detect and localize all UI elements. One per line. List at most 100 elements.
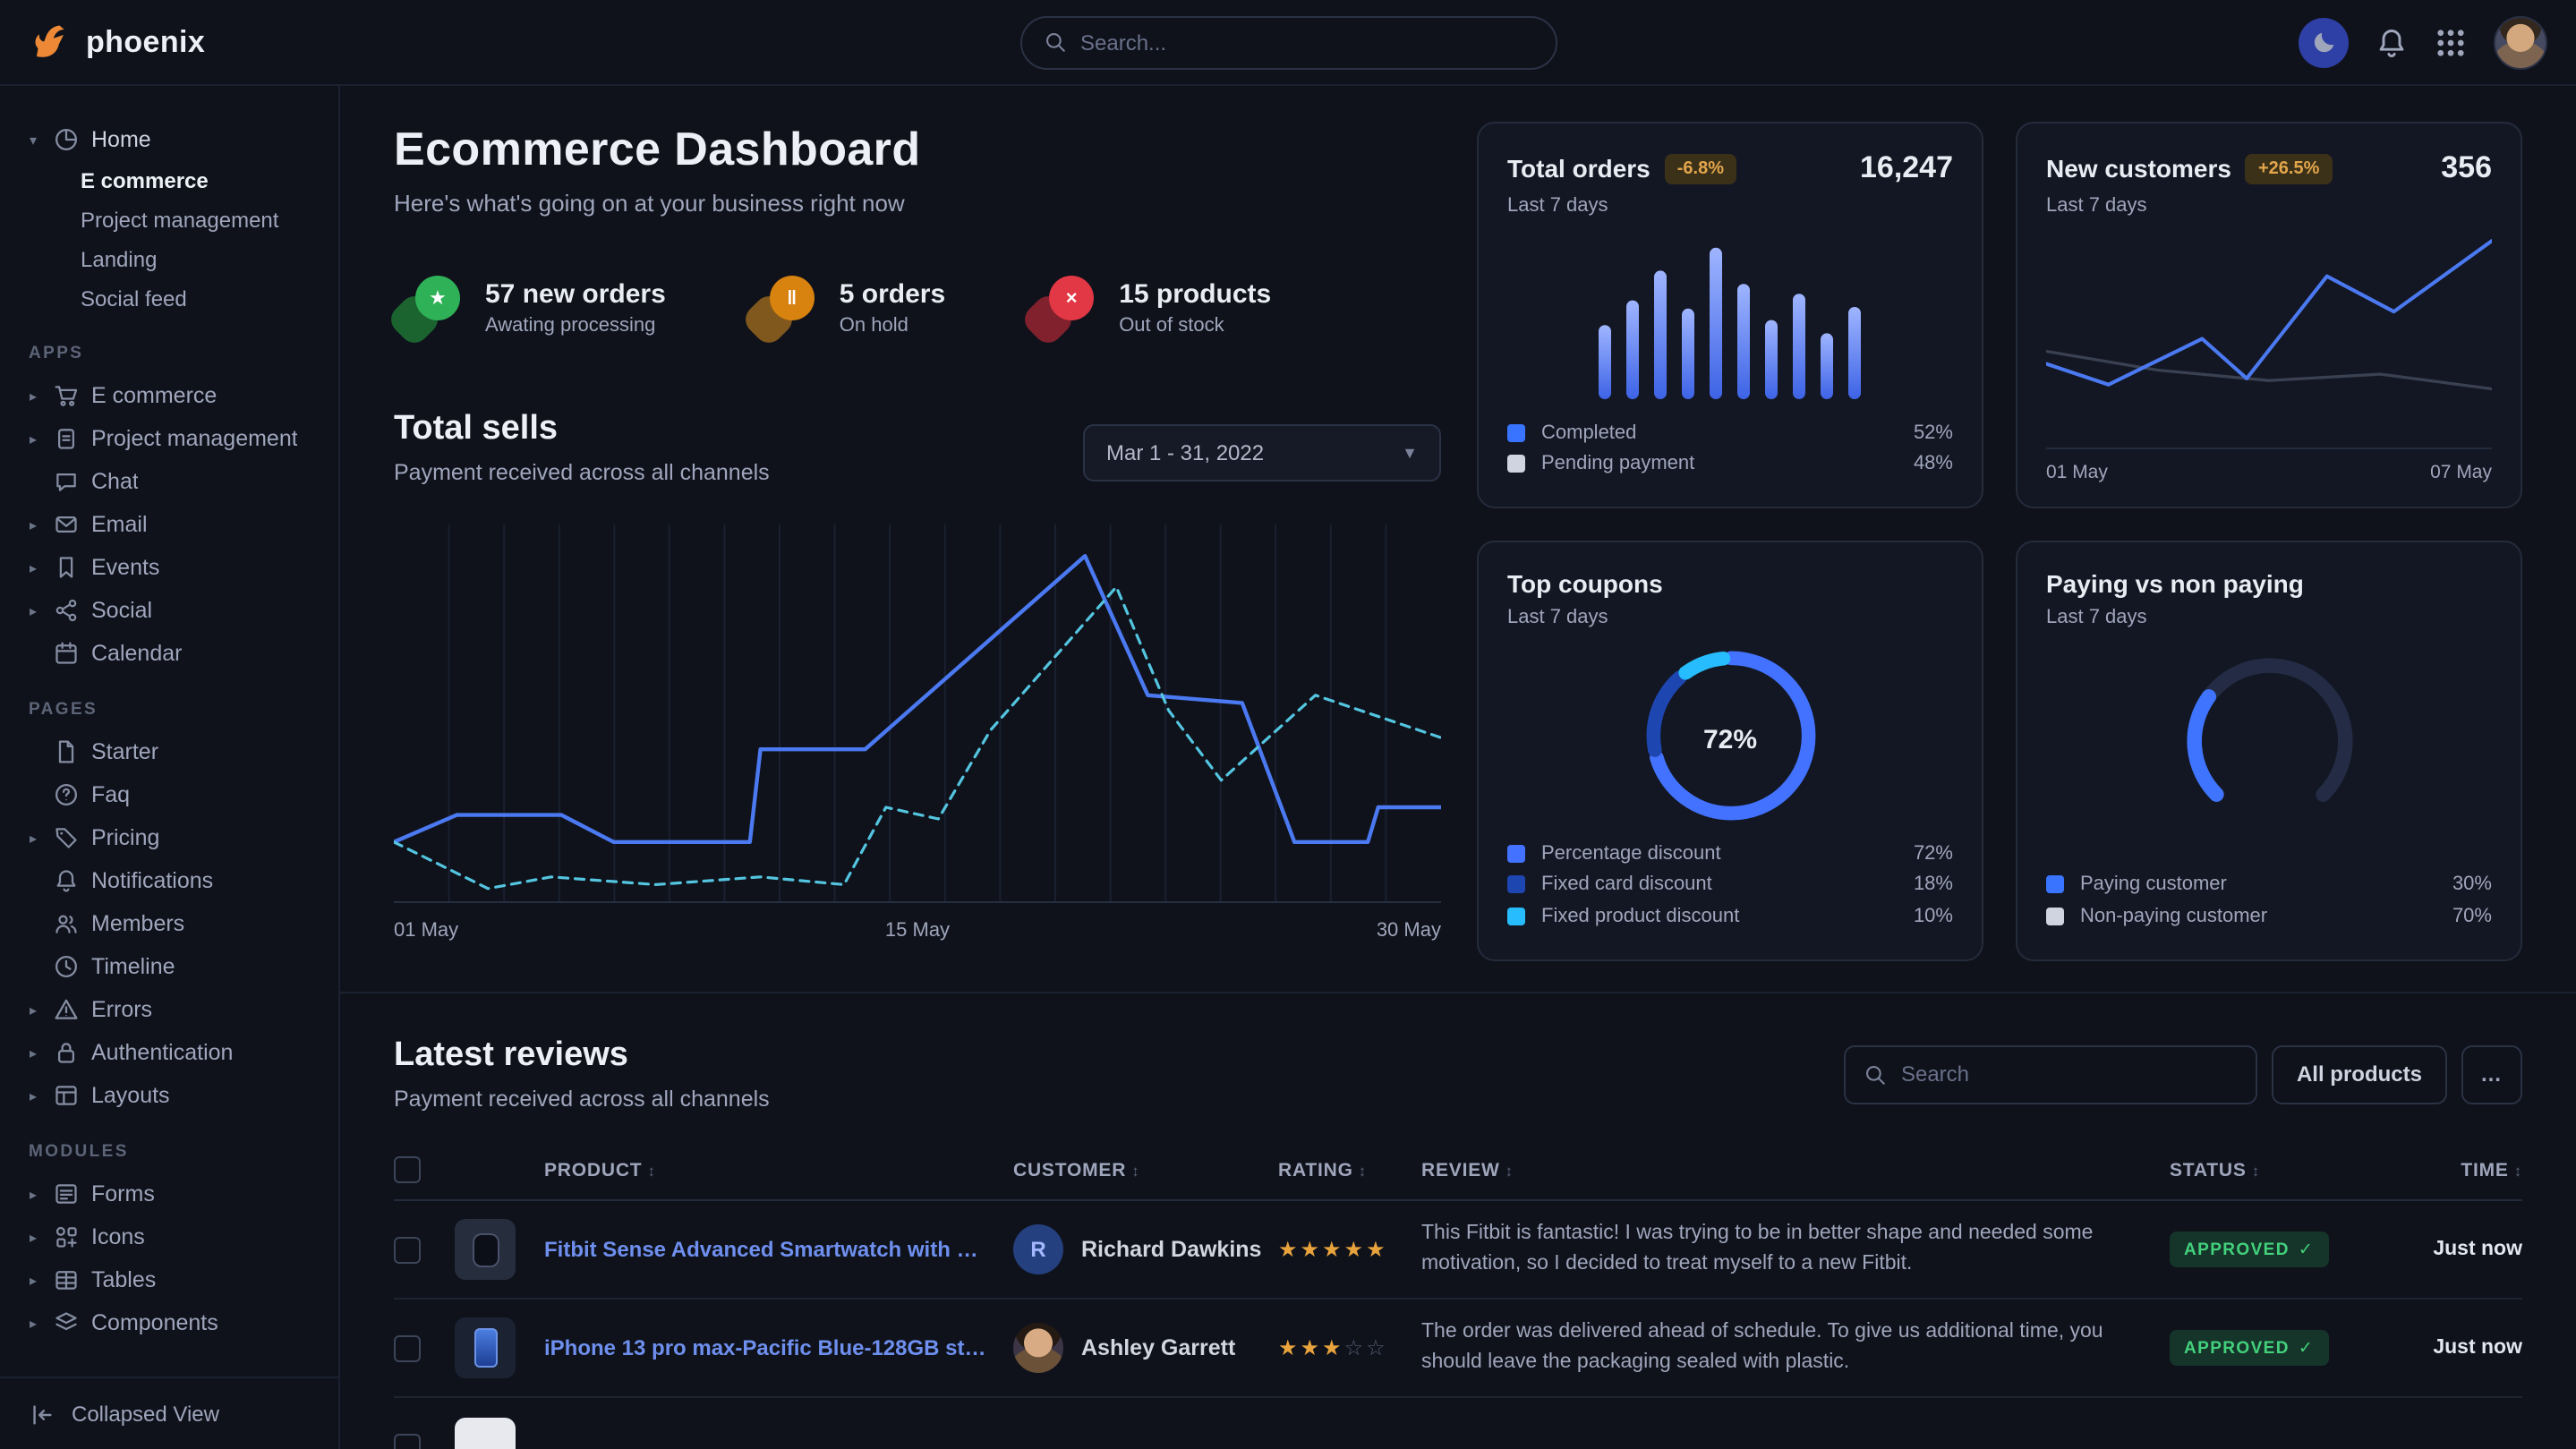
customer-cell[interactable]: R Richard Dawkins (1013, 1224, 1278, 1274)
theme-toggle-button[interactable] (2299, 17, 2349, 67)
customer-cell[interactable]: Ashley Garrett (1013, 1323, 1278, 1373)
chevron-right-icon: ▸ (25, 1272, 41, 1288)
latest-reviews-section: Latest reviews Payment received across a… (340, 993, 2576, 1449)
sidebar-item-home[interactable]: ▾ Home (25, 118, 320, 161)
time-cell: Just now (2393, 1337, 2522, 1359)
chat-icon (54, 469, 79, 494)
select-all-checkbox[interactable] (394, 1156, 421, 1183)
sidebar-item-ecommerce-dashboard[interactable]: E commerce (81, 161, 320, 200)
column-header-rating[interactable]: RATING↕ (1278, 1159, 1421, 1181)
column-header-review[interactable]: REVIEW↕ (1421, 1159, 2170, 1181)
row-checkbox[interactable] (394, 1236, 421, 1263)
collapsed-view-toggle[interactable]: Collapsed View (0, 1377, 338, 1449)
sidebar-item-chat[interactable]: Chat (25, 460, 320, 503)
legend-row: Paying customer 30% (2046, 869, 2492, 900)
table-icon (54, 1267, 79, 1292)
reviews-toolbar: All products … (1844, 1044, 2522, 1104)
product-thumbnail[interactable] (455, 1317, 516, 1378)
paying-gauge (2046, 643, 2492, 848)
product-thumbnail[interactable] (455, 1219, 516, 1280)
chevron-right-icon: ▸ (25, 430, 41, 447)
column-header-product[interactable]: PRODUCT↕ (544, 1159, 1013, 1181)
sidebar-item-project-management-dashboard[interactable]: Project management (81, 200, 320, 240)
sidebar-item-project-management-app[interactable]: ▸ Project management (25, 417, 320, 460)
sidebar-item-calendar[interactable]: Calendar (25, 632, 320, 675)
legend-label: Pending payment (1541, 454, 1694, 475)
more-options-button[interactable]: … (2461, 1044, 2522, 1104)
chevron-right-icon: ▸ (25, 830, 41, 846)
smartwatch-image (472, 1232, 499, 1266)
reviews-search[interactable] (1844, 1044, 2257, 1104)
sidebar-item-faq[interactable]: Faq (25, 773, 320, 816)
file-icon (54, 739, 79, 764)
row-checkbox[interactable] (394, 1334, 421, 1361)
sidebar-item-members[interactable]: Members (25, 902, 320, 945)
legend-label: Completed (1541, 422, 1636, 444)
sidebar-item-label: Email (91, 512, 148, 537)
lock-icon (54, 1040, 79, 1065)
reviews-header: Latest reviews Payment received across a… (394, 1036, 2522, 1112)
sidebar-item-components[interactable]: ▸ Components (25, 1301, 320, 1344)
column-header-status[interactable]: STATUS↕ (2170, 1159, 2393, 1181)
column-header-customer[interactable]: CUSTOMER↕ (1013, 1159, 1278, 1181)
brand-logo[interactable]: phoenix (29, 21, 205, 64)
layout-icon (54, 1083, 79, 1108)
sidebar-item-label: Authentication (91, 1040, 233, 1065)
legend-row: Fixed card discount 18% (1507, 869, 1953, 900)
sidebar-item-pricing[interactable]: ▸ Pricing (25, 816, 320, 859)
date-range-select[interactable]: Mar 1 - 31, 2022 ▼ (1083, 424, 1441, 482)
sidebar-item-social-feed[interactable]: Social feed (81, 279, 320, 319)
chevron-right-icon: ▸ (25, 1229, 41, 1245)
sidebar-item-label: Layouts (91, 1083, 170, 1108)
chevron-right-icon: ▸ (25, 559, 41, 575)
table-header-row: PRODUCT↕ CUSTOMER↕ RATING↕ REVIEW↕ STATU… (394, 1140, 2522, 1201)
legend-row: Non-paying customer 70% (2046, 900, 2492, 932)
card-period: Last 7 days (1507, 195, 1953, 217)
sidebar-item-layouts[interactable]: ▸ Layouts (25, 1074, 320, 1117)
global-search-input[interactable] (1080, 30, 1533, 55)
product-thumbnail[interactable] (455, 1417, 516, 1449)
sidebar-item-social[interactable]: ▸ Social (25, 589, 320, 632)
product-link[interactable]: iPhone 13 pro max-Pacific Blue-128GB sto… (544, 1335, 1013, 1360)
sidebar-item-starter[interactable]: Starter (25, 730, 320, 773)
sidebar-item-errors[interactable]: ▸ Errors (25, 988, 320, 1031)
sidebar-item-forms[interactable]: ▸ Forms (25, 1172, 320, 1215)
apps-menu-button[interactable] (2435, 26, 2467, 58)
card-title: Top coupons (1507, 569, 1663, 598)
product-link[interactable]: Fitbit Sense Advanced Smartwatch with To… (544, 1237, 1013, 1262)
notifications-button[interactable] (2376, 26, 2408, 58)
global-search[interactable] (1019, 15, 1557, 69)
sidebar-item-notifications[interactable]: Notifications (25, 859, 320, 902)
sidebar-item-label: Social (91, 598, 152, 623)
all-products-filter-button[interactable]: All products (2272, 1044, 2447, 1104)
check-icon: ✓ (2299, 1339, 2314, 1359)
calendar-icon (54, 641, 79, 666)
question-icon (54, 782, 79, 807)
rating-stars: ★★★★★ (1278, 1237, 1421, 1262)
sidebar-item-label: Starter (91, 739, 158, 764)
sidebar-item-email[interactable]: ▸ Email (25, 503, 320, 546)
reviews-search-input[interactable] (1901, 1061, 2238, 1087)
trend-badge: +26.5% (2246, 153, 2332, 183)
sidebar-item-label: Faq (91, 782, 130, 807)
sidebar-item-timeline[interactable]: Timeline (25, 945, 320, 988)
review-text: This Fitbit is fantastic! I was trying t… (1421, 1219, 2170, 1281)
sort-icon: ↕ (2514, 1161, 2522, 1179)
sidebar-item-tables[interactable]: ▸ Tables (25, 1258, 320, 1301)
user-avatar[interactable] (2494, 15, 2547, 69)
row-checkbox[interactable] (394, 1434, 421, 1449)
legend-swatch (1507, 908, 1525, 925)
customer-avatar (1013, 1323, 1063, 1373)
column-header-time[interactable]: TIME↕ (2393, 1159, 2522, 1181)
total-sells-line-chart (394, 517, 1441, 904)
table-row-partial (394, 1398, 2522, 1449)
sidebar-item-events[interactable]: ▸ Events (25, 546, 320, 589)
x-tick: 15 May (885, 920, 950, 942)
sidebar-item-icons[interactable]: ▸ Icons (25, 1215, 320, 1258)
sidebar-item-ecommerce-app[interactable]: ▸ E commerce (25, 374, 320, 417)
sort-icon: ↕ (647, 1161, 655, 1179)
sidebar-item-landing[interactable]: Landing (81, 240, 320, 279)
stat-new-orders: ★ 57 new orders Awating processing (394, 274, 666, 342)
sidebar-item-authentication[interactable]: ▸ Authentication (25, 1031, 320, 1074)
top-coupons-donut: 72% (1507, 643, 1953, 838)
